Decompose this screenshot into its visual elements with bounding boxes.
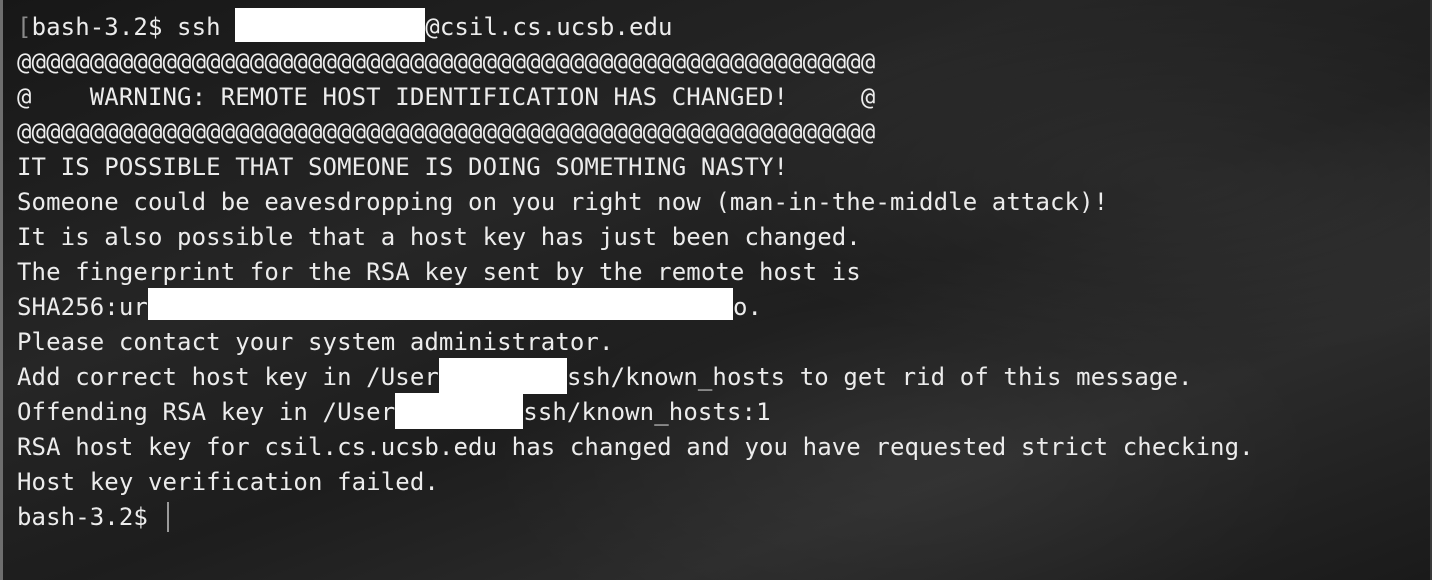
text-cursor[interactable]	[166, 502, 169, 532]
terminal-line-fingerprint: SHA256:ur o.	[17, 288, 1420, 325]
terminal-line-ssh-command: [bash-3.2$ ssh @csil.cs.ucsb.edu	[17, 8, 1420, 45]
terminal-line-host-key-changed: It is also possible that a host key has …	[17, 223, 861, 251]
terminal-prompt-line[interactable]: bash-3.2$	[17, 500, 1420, 535]
redacted-fingerprint	[147, 288, 733, 320]
terminal-output: [bash-3.2$ ssh @csil.cs.ucsb.edu @@@@@@@…	[17, 8, 1420, 535]
add-host-key-prefix: Add correct host key in /User	[17, 363, 439, 391]
fingerprint-suffix: o.	[732, 293, 763, 321]
terminal-line-contact-admin: Please contact your system administrator…	[17, 328, 614, 356]
terminal-line-warning-border-bottom: @@@@@@@@@@@@@@@@@@@@@@@@@@@@@@@@@@@@@@@@…	[17, 118, 876, 146]
redacted-user-path	[395, 393, 524, 429]
redacted-username	[235, 8, 426, 42]
offending-key-prefix: Offending RSA key in /User	[17, 398, 396, 426]
add-host-key-suffix: ssh/known_hosts to get rid of this messa…	[566, 363, 1193, 391]
terminal-line-fingerprint-intro: The fingerprint for the RSA key sent by …	[17, 258, 861, 286]
ssh-command-host: @csil.cs.ucsb.edu	[425, 13, 673, 41]
terminal-line-strict-checking: RSA host key for csil.cs.ucsb.edu has ch…	[17, 433, 1254, 461]
terminal-line-possible-nasty: IT IS POSSIBLE THAT SOMEONE IS DOING SOM…	[17, 153, 789, 181]
terminal-line-warning-border-top: @@@@@@@@@@@@@@@@@@@@@@@@@@@@@@@@@@@@@@@@…	[17, 48, 876, 76]
line-marker: [	[17, 13, 32, 41]
terminal-line-eavesdropping: Someone could be eavesdropping on you ri…	[17, 188, 1109, 216]
terminal-line-warning-title: @ WARNING: REMOTE HOST IDENTIFICATION HA…	[17, 83, 876, 111]
terminal-line-verification-failed: Host key verification failed.	[17, 468, 439, 496]
fingerprint-prefix: SHA256:ur	[17, 293, 148, 321]
offending-key-suffix: ssh/known_hosts:1	[523, 398, 771, 426]
shell-prompt: bash-3.2$	[17, 503, 163, 531]
terminal-line-offending-key: Offending RSA key in /User ssh/known_host…	[17, 393, 1420, 430]
terminal-window[interactable]: [bash-3.2$ ssh @csil.cs.ucsb.edu @@@@@@@…	[0, 0, 1432, 580]
terminal-line-add-host-key: Add correct host key in /User ssh/known_h…	[17, 358, 1420, 395]
ssh-command-prefix: bash-3.2$ ssh	[31, 13, 236, 41]
redacted-user-path	[438, 358, 567, 394]
